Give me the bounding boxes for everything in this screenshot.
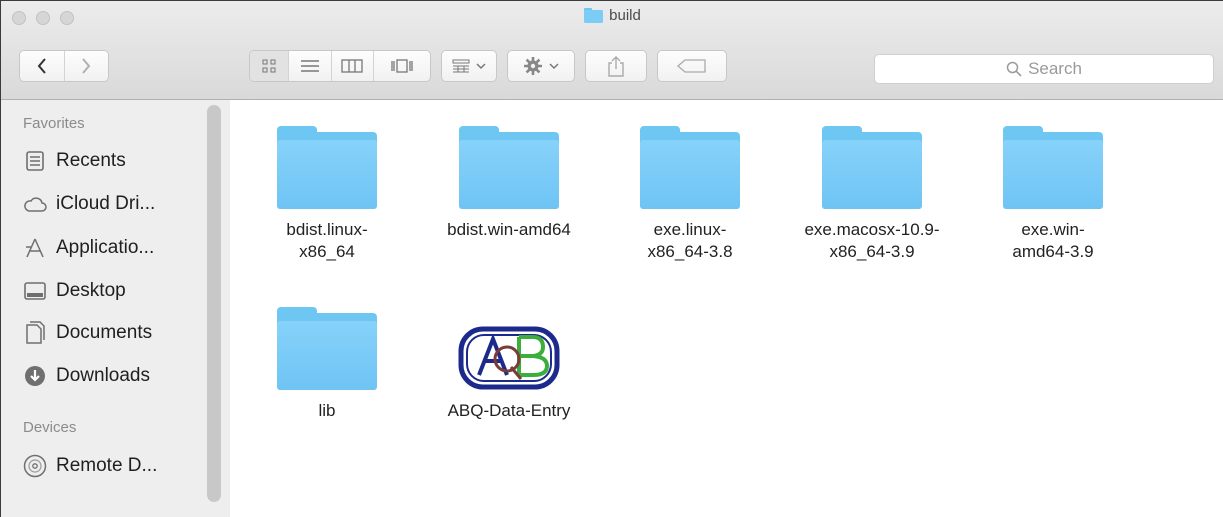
folder-item[interactable]: lib xyxy=(247,307,407,422)
sidebar-item-label: Documents xyxy=(56,322,153,343)
sidebar-item-label: Applicatio... xyxy=(56,237,155,258)
folder-icon xyxy=(1003,126,1103,209)
window-title: build xyxy=(1,7,1223,27)
column-view-button[interactable] xyxy=(332,51,374,81)
disc-icon xyxy=(23,454,47,478)
title-toolbar: build Search xyxy=(1,1,1223,100)
file-name: exe.macosx-10.9- x86_64-3.9 xyxy=(804,220,940,261)
columns-icon xyxy=(341,59,363,73)
share-button[interactable] xyxy=(585,50,647,82)
chevron-left-icon xyxy=(37,58,46,74)
tag-icon xyxy=(677,59,706,73)
icon-view-button[interactable] xyxy=(250,51,290,81)
action-button[interactable] xyxy=(507,50,575,82)
sidebar-item-applications[interactable]: Applicatio... xyxy=(23,233,154,263)
view-mode-control xyxy=(249,50,431,82)
folder-item[interactable]: bdist.linux-x86_64 xyxy=(247,126,407,263)
back-button[interactable] xyxy=(20,51,65,81)
favorites-header: Favorites xyxy=(23,115,85,132)
grid-icon xyxy=(262,59,276,73)
chevron-right-icon xyxy=(82,58,91,74)
file-name: lib xyxy=(318,401,336,420)
folder-icon xyxy=(584,8,604,27)
recents-icon xyxy=(23,149,47,173)
file-name: bdist.linux-x86_64 xyxy=(286,220,368,261)
cover-flow-icon xyxy=(391,59,413,73)
downloads-icon xyxy=(23,364,47,388)
forward-button[interactable] xyxy=(65,51,109,81)
sidebar-item-recents[interactable]: Recents xyxy=(23,146,126,176)
sidebar-item-icloud[interactable]: iCloud Dri... xyxy=(23,189,155,219)
folder-icon xyxy=(640,126,740,209)
sidebar-item-remote-disc[interactable]: Remote D... xyxy=(23,451,157,481)
file-name: ABQ-Data-Entry xyxy=(447,401,571,420)
cloud-icon xyxy=(23,192,47,216)
folder-item[interactable]: exe.linux-x86_64-3.8 xyxy=(610,126,770,263)
gear-icon xyxy=(524,57,542,75)
file-name: exe.win-amd64-3.9 xyxy=(1012,220,1094,261)
app-logo-icon xyxy=(457,307,561,390)
applications-icon xyxy=(23,236,47,260)
folder-icon xyxy=(459,126,559,209)
back-forward-control xyxy=(19,50,109,82)
search-field[interactable]: Search xyxy=(874,54,1214,84)
sidebar-scrollbar[interactable] xyxy=(207,105,221,502)
sidebar-item-documents[interactable]: Documents xyxy=(23,318,152,348)
folder-icon xyxy=(822,126,922,209)
file-name: bdist.win-amd64 xyxy=(447,220,571,239)
sidebar-item-label: iCloud Dri... xyxy=(56,193,156,214)
file-name: exe.linux-x86_64-3.8 xyxy=(647,220,733,261)
cover-flow-button[interactable] xyxy=(374,51,430,81)
folder-icon xyxy=(277,307,377,390)
window-title-text: build xyxy=(609,7,641,24)
folder-item[interactable]: exe.win-amd64-3.9 xyxy=(973,126,1133,263)
sidebar-item-label: Recents xyxy=(56,150,126,171)
folder-icon xyxy=(277,126,377,209)
devices-header: Devices xyxy=(23,419,77,436)
search-placeholder: Search xyxy=(1028,59,1082,78)
sidebar-item-label: Desktop xyxy=(56,280,126,301)
sidebar-item-downloads[interactable]: Downloads xyxy=(23,361,150,391)
finder-window: build Search Favorites Recents iCloud Dr… xyxy=(0,0,1223,517)
arrange-grid-icon xyxy=(452,59,470,73)
folder-item[interactable]: exe.macosx-10.9- x86_64-3.9 xyxy=(792,126,952,263)
list-view-button[interactable] xyxy=(289,51,332,81)
edit-tags-button[interactable] xyxy=(657,50,727,82)
app-item[interactable]: ABQ-Data-Entry xyxy=(429,307,589,422)
search-icon xyxy=(1006,61,1022,77)
chevron-down-icon xyxy=(476,63,486,70)
share-icon xyxy=(608,56,624,77)
sidebar-item-desktop[interactable]: Desktop xyxy=(23,276,126,306)
sidebar-item-label: Remote D... xyxy=(56,455,158,476)
folder-item[interactable]: bdist.win-amd64 xyxy=(429,126,589,241)
list-icon xyxy=(300,60,319,72)
sidebar-item-label: Downloads xyxy=(56,365,150,386)
documents-icon xyxy=(23,321,47,345)
arrange-button[interactable] xyxy=(441,50,497,82)
desktop-icon xyxy=(23,279,47,303)
chevron-down-icon xyxy=(549,63,559,70)
